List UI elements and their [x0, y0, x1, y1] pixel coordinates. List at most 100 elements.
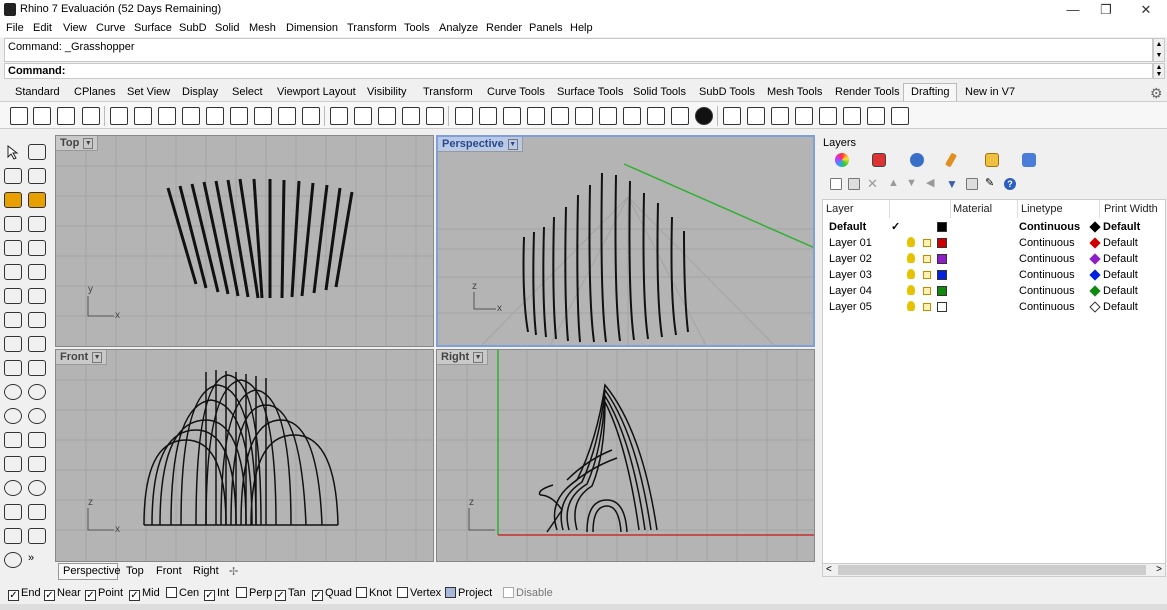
viewport-tab-right[interactable]: Right	[193, 565, 219, 577]
command-history[interactable]: Command: _Grasshopper	[4, 38, 1153, 62]
rotated-dimension-icon[interactable]	[182, 107, 200, 125]
shapes-icon[interactable]	[747, 107, 765, 125]
open-folder-icon[interactable]	[843, 107, 861, 125]
split-icon[interactable]	[4, 456, 22, 472]
checkbox-unchecked-icon[interactable]	[166, 587, 177, 598]
layer-row-02[interactable]: Layer 02 Continuous Default	[823, 252, 1165, 268]
checkbox-checked-icon[interactable]: ✓	[44, 590, 55, 601]
more-tools-chevron-icon[interactable]: »	[28, 552, 46, 568]
tab-select[interactable]: Select	[232, 86, 263, 98]
interp-curve-icon[interactable]	[28, 192, 46, 208]
layer-linetype[interactable]: Continuous	[1019, 269, 1075, 281]
osnap-mid[interactable]: ✓ Mid	[129, 587, 160, 601]
folder-icon[interactable]	[985, 153, 999, 167]
viewport-tab-perspective[interactable]: Perspective	[63, 565, 120, 577]
layer-row-04[interactable]: Layer 04 Continuous Default	[823, 284, 1165, 300]
lock-icon[interactable]	[923, 303, 931, 311]
checkbox-indeterminate-icon[interactable]	[445, 587, 456, 598]
osnap-icon[interactable]	[28, 336, 46, 352]
layer-row-03[interactable]: Layer 03 Continuous Default	[823, 268, 1165, 284]
command-prompt-input[interactable]: Command:	[4, 63, 1153, 79]
make2d-icon[interactable]	[455, 107, 473, 125]
layer-print-width[interactable]: Default	[1103, 269, 1138, 281]
checkbox-unchecked-icon[interactable]	[236, 587, 247, 598]
tab-mesh-tools[interactable]: Mesh Tools	[767, 86, 822, 98]
checkbox-checked-icon[interactable]: ✓	[275, 590, 286, 601]
maximize-button[interactable]: ❐	[1086, 0, 1126, 19]
ellipse-icon[interactable]	[4, 408, 22, 424]
osnap-disable[interactable]: Disable	[503, 587, 553, 599]
centermark-icon[interactable]	[402, 107, 420, 125]
layer-print-width[interactable]: Default	[1103, 301, 1138, 313]
offset-icon[interactable]	[28, 240, 46, 256]
menu-view[interactable]: View	[63, 22, 87, 34]
menu-dimension[interactable]: Dimension	[286, 22, 338, 34]
polygon-icon[interactable]	[28, 216, 46, 232]
layer-linetype[interactable]: Continuous	[1019, 285, 1075, 297]
tab-standard[interactable]: Standard	[15, 86, 60, 98]
circle-tangent-icon[interactable]	[28, 384, 46, 400]
menu-render[interactable]: Render	[486, 22, 522, 34]
viewport-perspective-dropdown-icon[interactable]: ▼	[507, 138, 518, 150]
scale-arrows-icon[interactable]	[891, 107, 909, 125]
chamfer-icon[interactable]	[28, 264, 46, 280]
arc-length-dimension-icon[interactable]	[302, 107, 320, 125]
viewport-right-dropdown-icon[interactable]: ▼	[473, 351, 484, 363]
polygon-star-icon[interactable]	[4, 432, 22, 448]
hatch-pattern-icon[interactable]	[503, 107, 521, 125]
select-arrow-icon[interactable]	[4, 144, 22, 160]
tab-surface-tools[interactable]: Surface Tools	[557, 86, 623, 98]
move-up-icon[interactable]: ▲	[888, 178, 900, 190]
angle-dimension-icon[interactable]	[278, 107, 296, 125]
lock-icon[interactable]	[923, 255, 931, 263]
close-button[interactable]: ✕	[1126, 0, 1166, 19]
layer-row-default[interactable]: Default ✓ Continuous Default	[823, 220, 1165, 236]
layer-color-swatch[interactable]	[937, 238, 947, 248]
tab-set-view[interactable]: Set View	[127, 86, 170, 98]
checkbox-checked-icon[interactable]: ✓	[129, 590, 140, 601]
layer-linetype[interactable]: Continuous	[1019, 253, 1075, 265]
menu-subd[interactable]: SubD	[179, 22, 207, 34]
tab-drafting[interactable]: Drafting	[911, 86, 950, 98]
plane-icon[interactable]	[28, 504, 46, 520]
menu-tools[interactable]: Tools	[404, 22, 430, 34]
lock-icon[interactable]	[923, 239, 931, 247]
ordinate-dimension-icon[interactable]	[206, 107, 224, 125]
layer-color-swatch[interactable]	[937, 286, 947, 296]
checkbox-checked-icon[interactable]: ✓	[85, 590, 96, 601]
helix-icon[interactable]	[28, 432, 46, 448]
osnap-point[interactable]: ✓ Point	[85, 587, 123, 601]
layers-column-layer[interactable]: Layer	[826, 203, 854, 215]
properties-color-icon[interactable]	[835, 153, 849, 167]
text-field-icon[interactable]	[867, 107, 885, 125]
layer-color-swatch[interactable]	[937, 254, 947, 264]
menu-help[interactable]: Help	[570, 22, 593, 34]
osnap-perp[interactable]: Perp	[236, 587, 272, 599]
section-icon[interactable]	[551, 107, 569, 125]
command-history-scrollbar[interactable]: ▲ ▼	[1153, 38, 1165, 62]
boolean-union-icon[interactable]	[4, 480, 22, 496]
osnap-end[interactable]: ✓ End	[8, 587, 41, 601]
circle-icon[interactable]	[4, 384, 22, 400]
layer-print-width[interactable]: Default	[1103, 221, 1140, 233]
lock-icon[interactable]	[923, 271, 931, 279]
viewport-front[interactable]: z x Front ▼	[55, 349, 434, 562]
filter-icon[interactable]: ▼	[946, 178, 958, 190]
ungroup-icon[interactable]	[28, 528, 46, 544]
layer-color-swatch[interactable]	[937, 270, 947, 280]
new-layout-icon[interactable]	[57, 107, 75, 125]
text-object-icon[interactable]	[819, 107, 837, 125]
trim-icon[interactable]	[28, 456, 46, 472]
delete-layer-icon[interactable]: ✕	[867, 177, 879, 190]
text-dot-icon[interactable]	[378, 107, 396, 125]
materials-icon[interactable]	[910, 153, 924, 167]
tab-new-in-v7[interactable]: New in V7	[965, 86, 1015, 98]
menu-mesh[interactable]: Mesh	[249, 22, 276, 34]
layer-color-swatch[interactable]	[937, 302, 947, 312]
layers-tab-icon[interactable]	[872, 153, 886, 167]
layer-row-05[interactable]: Layer 05 Continuous Default	[823, 300, 1165, 316]
polyline-icon[interactable]	[4, 168, 22, 184]
tab-display[interactable]: Display	[182, 86, 218, 98]
edit-icon[interactable]	[795, 107, 813, 125]
layer-print-width[interactable]: Default	[1103, 237, 1138, 249]
